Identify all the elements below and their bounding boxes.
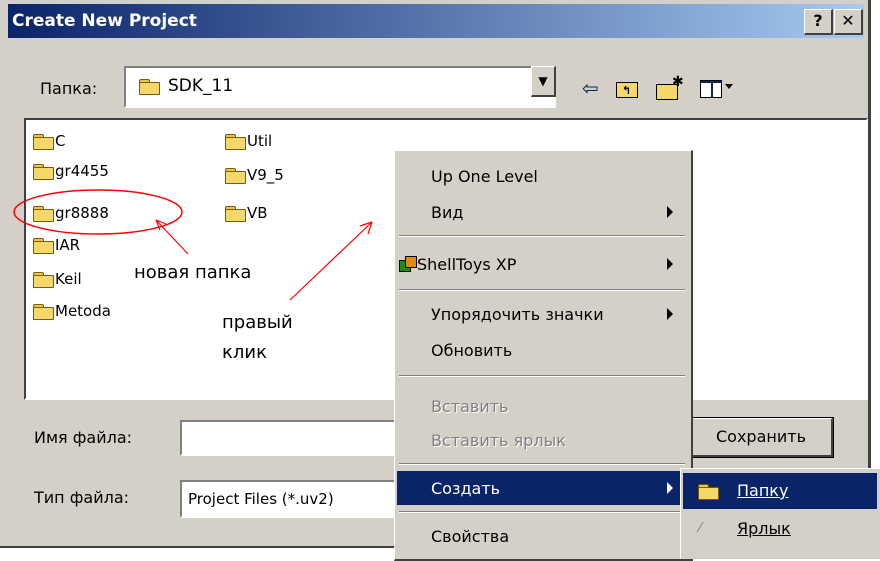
filename-label: Имя файла: xyxy=(34,428,133,447)
folder-icon xyxy=(697,483,719,500)
menu-item-view[interactable]: Вид xyxy=(397,195,687,229)
shortcut-icon: ⁄ xyxy=(699,521,702,536)
submenu-arrow-icon xyxy=(667,258,673,270)
menu-item-shelltoys[interactable]: ShellToys XP xyxy=(397,247,687,281)
filename-input[interactable] xyxy=(180,420,396,456)
menu-item-paste[interactable]: Вставить xyxy=(397,389,687,423)
menu-item-create[interactable]: Создать xyxy=(397,471,687,505)
create-submenu: Папку ⁄ Ярлык xyxy=(680,468,880,559)
menu-item-arrange-icons[interactable]: Упорядочить значки xyxy=(397,297,687,331)
dialog-right-edge xyxy=(868,0,871,546)
shelltoys-icon xyxy=(399,256,417,272)
arrow-right-click xyxy=(289,221,373,301)
highlight-ellipse xyxy=(13,189,183,235)
menu-item-paste-shortcut[interactable]: Вставить ярлык xyxy=(397,423,687,457)
menu-item-properties[interactable]: Свойства xyxy=(397,519,687,553)
menu-separator xyxy=(399,511,685,513)
menu-separator xyxy=(399,235,685,237)
submenu-arrow-icon xyxy=(667,482,673,494)
filetype-selected-value: Project Files (*.uv2) xyxy=(188,490,334,508)
filetype-select[interactable]: Project Files (*.uv2) xyxy=(180,480,396,518)
filetype-label: Тип файла: xyxy=(34,488,130,507)
menu-item-refresh[interactable]: Обновить xyxy=(397,333,687,367)
menu-item-up-one-level[interactable]: Up One Level xyxy=(397,159,687,193)
menu-separator xyxy=(399,375,685,377)
submenu-item-shortcut[interactable]: ⁄ Ярлык xyxy=(683,511,877,547)
menu-separator xyxy=(399,463,685,465)
submenu-item-folder[interactable]: Папку xyxy=(683,473,877,509)
arrow-to-new-folder xyxy=(155,219,189,255)
save-button[interactable]: Сохранить xyxy=(689,417,834,458)
submenu-arrow-icon xyxy=(667,308,673,320)
context-menu: Up One Level Вид ShellToys XP Упорядочит… xyxy=(394,150,693,561)
menu-separator xyxy=(399,289,685,291)
submenu-arrow-icon xyxy=(667,206,673,218)
